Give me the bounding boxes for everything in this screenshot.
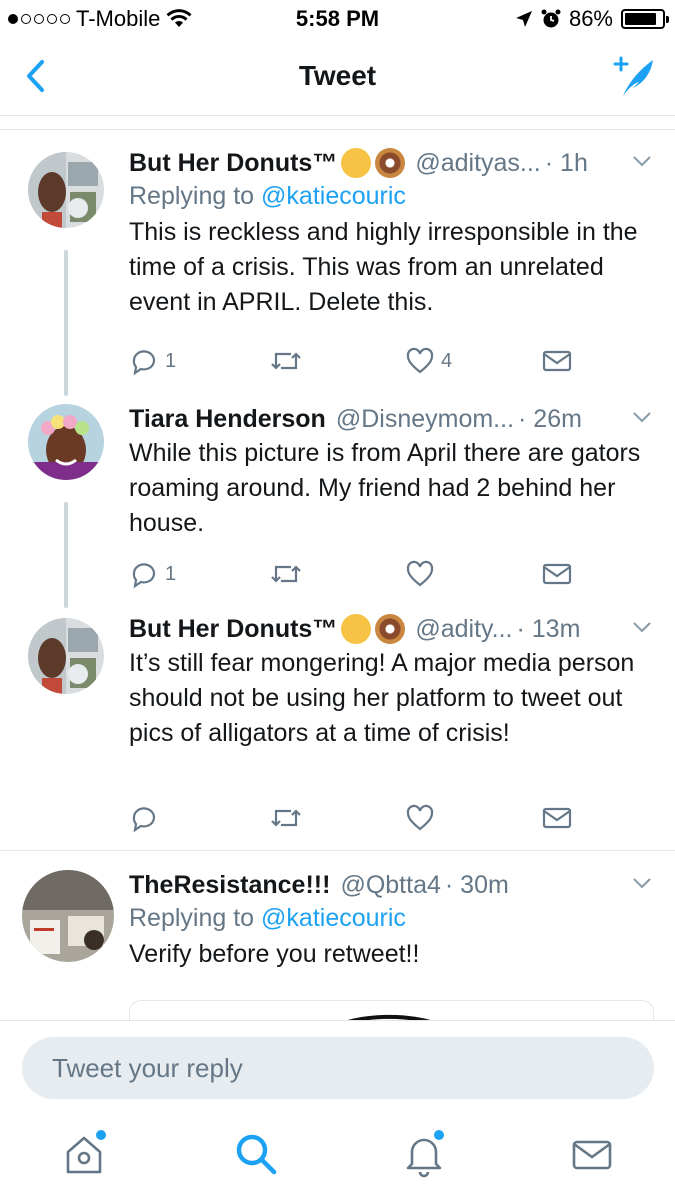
tweet-text: While this picture is from April there a… bbox=[129, 439, 641, 537]
chevron-down-icon[interactable] bbox=[631, 150, 653, 172]
replying-to: Replying to @katiecouric bbox=[129, 904, 653, 933]
dm-icon bbox=[542, 807, 572, 829]
like-icon bbox=[406, 804, 434, 831]
messages-icon[interactable] bbox=[568, 1130, 616, 1178]
reply-icon bbox=[132, 807, 156, 833]
tweet-header: Tiara Henderson @Disneymom... · 26m bbox=[129, 402, 653, 436]
chevron-down-icon[interactable] bbox=[631, 406, 653, 428]
thread-line bbox=[64, 502, 68, 608]
retweet-button[interactable] bbox=[269, 346, 303, 376]
tweet-actions: 1 4 bbox=[129, 346, 579, 378]
tweet-reply[interactable]: But Her Donuts™ @adity... · 13m It’s sti… bbox=[0, 610, 675, 850]
retweet-icon bbox=[271, 565, 301, 583]
weary-face-emoji bbox=[341, 148, 372, 178]
dm-button[interactable] bbox=[541, 803, 573, 833]
doughnut-emoji bbox=[375, 614, 406, 644]
replying-to-label: Replying to bbox=[129, 182, 255, 210]
user-handle[interactable]: @adityas... bbox=[415, 149, 540, 178]
search-icon[interactable] bbox=[232, 1130, 280, 1178]
retweet-button[interactable] bbox=[269, 559, 303, 589]
location-arrow-icon bbox=[515, 11, 532, 27]
like-button[interactable] bbox=[405, 559, 435, 589]
reply-input[interactable] bbox=[22, 1037, 654, 1099]
dm-button[interactable] bbox=[541, 559, 573, 589]
page-title: Tweet bbox=[298, 60, 377, 91]
tweet-text: Verify before you retweet!! bbox=[129, 940, 420, 968]
tweet-text: It’s still fear mongering! A major media… bbox=[129, 649, 635, 747]
reply-count: 1 bbox=[165, 562, 177, 585]
reply-icon bbox=[132, 563, 156, 589]
user-handle[interactable]: @adity... bbox=[415, 615, 512, 644]
mention-link[interactable]: @katiecouric bbox=[261, 182, 406, 210]
home-unread-dot bbox=[96, 1130, 106, 1140]
avatar[interactable] bbox=[22, 870, 114, 962]
alarm-icon bbox=[541, 9, 561, 28]
mention-link[interactable]: @katiecouric bbox=[261, 904, 406, 932]
top-divider bbox=[0, 116, 675, 130]
tweet-header: But Her Donuts™ @adityas... · 1h bbox=[129, 146, 653, 180]
tweet-header: TheResistance!!! @Qbtta4 · 30m bbox=[129, 868, 653, 902]
tweet-reply[interactable]: But Her Donuts™ @adityas... · 1h Replyin… bbox=[0, 140, 675, 396]
timestamp: · 26m bbox=[518, 404, 582, 433]
battery-icon bbox=[621, 9, 669, 29]
status-bar: T-Mobile 5:58 PM 86% bbox=[0, 0, 675, 40]
retweet-icon bbox=[271, 352, 301, 370]
display-name[interactable]: Tiara Henderson bbox=[129, 405, 326, 434]
notifications-unread-dot bbox=[434, 1130, 444, 1140]
like-count: 4 bbox=[441, 349, 453, 372]
like-button[interactable] bbox=[405, 803, 435, 833]
user-handle[interactable]: @Qbtta4 bbox=[340, 871, 440, 900]
reply-button[interactable]: 1 bbox=[129, 346, 176, 376]
reply-composer bbox=[0, 1020, 675, 1112]
reply-icon bbox=[132, 350, 156, 376]
replying-to-label: Replying to bbox=[129, 904, 255, 932]
user-handle[interactable]: @Disneymom... bbox=[336, 405, 514, 434]
compose-icon[interactable] bbox=[609, 52, 659, 102]
tweet-header: But Her Donuts™ @adity... · 13m bbox=[129, 612, 653, 646]
reply-count: 1 bbox=[165, 349, 177, 372]
navigation-bar: Tweet bbox=[0, 40, 675, 116]
avatar[interactable] bbox=[28, 404, 104, 480]
dm-icon bbox=[542, 350, 572, 372]
conversation-divider bbox=[0, 850, 675, 851]
like-icon bbox=[406, 560, 434, 587]
tweet-actions: 1 bbox=[129, 559, 579, 591]
avatar[interactable] bbox=[28, 618, 104, 694]
thread-line bbox=[64, 250, 68, 396]
doughnut-emoji bbox=[375, 148, 406, 178]
display-name[interactable]: But Her Donuts™ bbox=[129, 615, 337, 644]
battery-percent: 86% bbox=[568, 6, 613, 31]
timestamp: · 30m bbox=[444, 870, 509, 899]
retweet-button[interactable] bbox=[269, 803, 303, 833]
dm-icon bbox=[542, 563, 572, 585]
status-right: 86% bbox=[515, 6, 669, 32]
timestamp: · 13m bbox=[516, 614, 581, 643]
like-icon bbox=[406, 347, 434, 374]
replying-to: Replying to @katiecouric bbox=[129, 182, 653, 211]
avatar[interactable] bbox=[28, 152, 104, 228]
display-name[interactable]: But Her Donuts™ bbox=[129, 149, 337, 178]
chevron-down-icon[interactable] bbox=[631, 616, 653, 638]
chevron-down-icon[interactable] bbox=[631, 872, 653, 894]
tweet-text: This is reckless and highly irresponsibl… bbox=[129, 218, 638, 316]
timestamp: · 1h bbox=[544, 148, 588, 177]
tab-bar bbox=[0, 1112, 675, 1200]
like-button[interactable]: 4 bbox=[405, 346, 452, 376]
display-name[interactable]: TheResistance!!! bbox=[129, 871, 330, 900]
tweet-reply[interactable]: Tiara Henderson @Disneymom... · 26m Whil… bbox=[0, 396, 675, 608]
weary-face-emoji bbox=[341, 614, 372, 644]
retweet-icon bbox=[271, 809, 301, 827]
reply-button[interactable]: 1 bbox=[129, 559, 176, 589]
tweet-actions bbox=[129, 803, 579, 835]
dm-button[interactable] bbox=[541, 346, 573, 376]
tweet-reply[interactable]: TheResistance!!! @Qbtta4 · 30m Replying … bbox=[0, 862, 675, 1022]
reply-button[interactable] bbox=[129, 803, 159, 833]
